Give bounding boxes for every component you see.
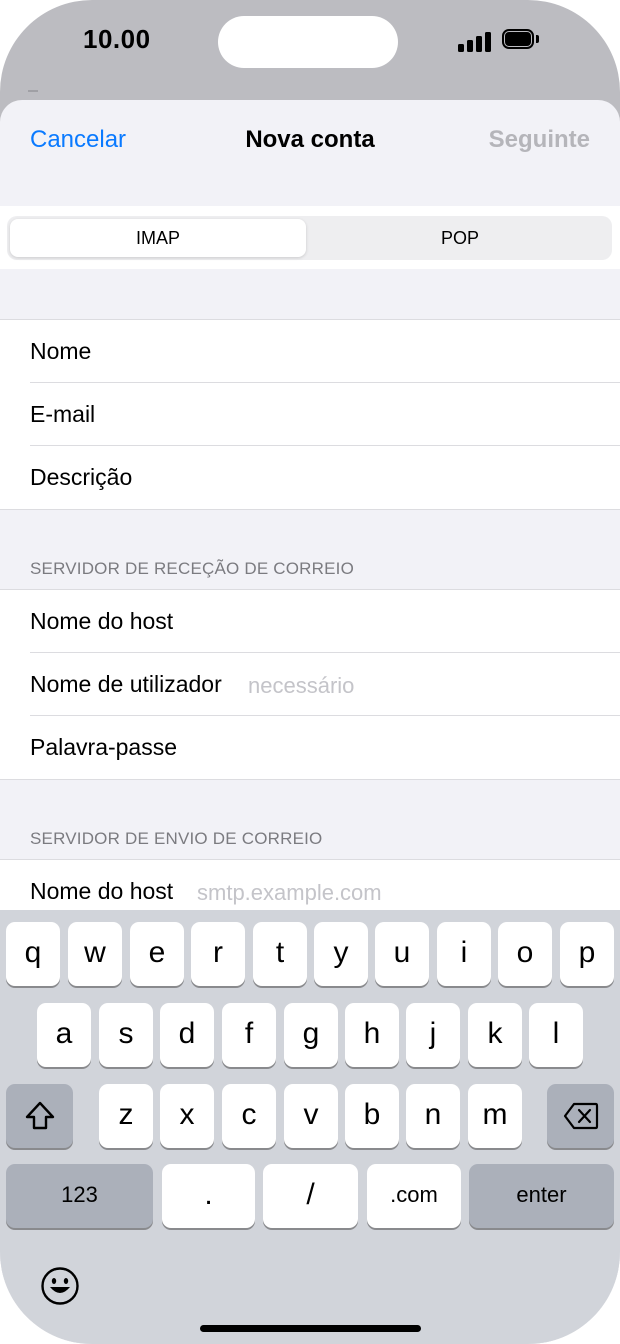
slash-key[interactable]: / [263, 1164, 358, 1228]
key-t[interactable]: t [253, 922, 307, 986]
key-g[interactable]: g [284, 1003, 338, 1067]
key-q[interactable]: q [6, 922, 60, 986]
dotcom-key[interactable]: .com [367, 1164, 461, 1228]
key-u[interactable]: u [375, 922, 429, 986]
key-i[interactable]: i [437, 922, 491, 986]
protocol-segmented-control: IMAP POP [7, 216, 612, 260]
key-y[interactable]: y [314, 922, 368, 986]
outgoing-server-header: SERVIDOR DE ENVIO DE CORREIO [30, 829, 323, 848]
key-o[interactable]: o [498, 922, 552, 986]
key-z[interactable]: z [99, 1084, 153, 1148]
email-field[interactable]: E-mail [0, 383, 620, 446]
name-label: Nome [30, 338, 92, 364]
dynamic-island [218, 16, 398, 68]
key-r[interactable]: r [191, 922, 245, 986]
status-time: 10.00 [83, 24, 151, 54]
key-a[interactable]: a [37, 1003, 91, 1067]
password-label: Palavra-passe [30, 734, 178, 760]
key-c[interactable]: c [222, 1084, 276, 1148]
segment-imap[interactable]: IMAP [10, 219, 306, 257]
key-m[interactable]: m [468, 1084, 522, 1148]
incoming-host-label: Nome do host [30, 608, 174, 634]
emoji-icon [41, 1267, 79, 1305]
key-w[interactable]: w [68, 922, 122, 986]
password-field[interactable]: Palavra-passe [0, 716, 620, 779]
outgoing-host-label: Nome do host [30, 878, 174, 904]
key-n[interactable]: n [406, 1084, 460, 1148]
background-sheet-hint [28, 90, 38, 98]
key-p[interactable]: p [560, 922, 614, 986]
account-info-group: Nome E-mail Descrição [0, 319, 620, 510]
battery-icon [502, 29, 540, 51]
outgoing-host-placeholder: smtp.example.com [197, 880, 382, 905]
username-label: Nome de utilizador [30, 671, 222, 697]
signal-icon [458, 30, 492, 52]
key-d[interactable]: d [160, 1003, 214, 1067]
description-field[interactable]: Descrição [0, 446, 620, 509]
delete-icon [563, 1102, 598, 1130]
nav-bar: Cancelar Nova conta Seguinte [0, 100, 620, 180]
key-j[interactable]: j [406, 1003, 460, 1067]
username-placeholder: necessário [248, 673, 355, 698]
enter-key[interactable]: enter [469, 1164, 614, 1228]
email-label: E-mail [30, 401, 96, 427]
next-button[interactable]: Seguinte [489, 126, 590, 154]
incoming-server-group: Nome do host Nome de utilizador necessár… [0, 589, 620, 780]
name-field[interactable]: Nome [0, 320, 620, 383]
username-field[interactable]: Nome de utilizador necessário [0, 653, 620, 716]
emoji-button[interactable] [40, 1266, 80, 1306]
dot-key[interactable]: . [162, 1164, 255, 1228]
key-v[interactable]: v [284, 1084, 338, 1148]
numbers-key[interactable]: 123 [6, 1164, 153, 1228]
shift-icon [25, 1101, 54, 1130]
key-b[interactable]: b [345, 1084, 399, 1148]
key-l[interactable]: l [529, 1003, 583, 1067]
protocol-selector-area: IMAP POP [0, 206, 620, 269]
delete-key[interactable] [547, 1084, 614, 1148]
shift-key[interactable] [6, 1084, 73, 1148]
description-label: Descrição [30, 464, 133, 490]
segment-pop[interactable]: POP [312, 219, 608, 257]
key-x[interactable]: x [160, 1084, 214, 1148]
phone-screen: 10.00 Cancelar Nova conta Seguinte IMAP … [0, 0, 620, 1344]
key-s[interactable]: s [99, 1003, 153, 1067]
incoming-server-header: SERVIDOR DE RECEÇÃO DE CORREIO [30, 559, 355, 578]
key-e[interactable]: e [130, 922, 184, 986]
key-k[interactable]: k [468, 1003, 522, 1067]
home-indicator [200, 1325, 421, 1332]
key-f[interactable]: f [222, 1003, 276, 1067]
key-h[interactable]: h [345, 1003, 399, 1067]
incoming-host-field[interactable]: Nome do host [0, 590, 620, 653]
keyboard: q w e r t y u i o p a s d f g h j k l z … [0, 910, 620, 1344]
